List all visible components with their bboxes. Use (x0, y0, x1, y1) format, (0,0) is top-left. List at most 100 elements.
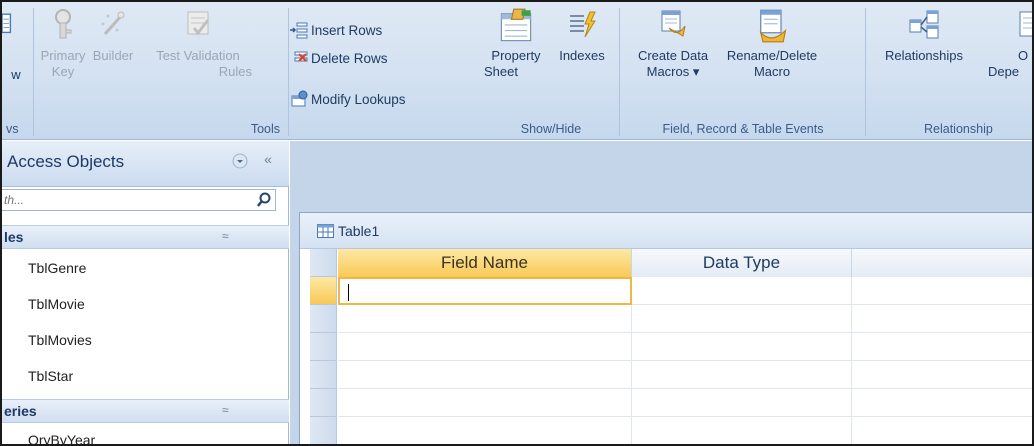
description-cell[interactable] (852, 305, 1032, 333)
builder-icon (101, 11, 125, 35)
object-dependencies-icon (1019, 11, 1032, 37)
indexes-label: Indexes (559, 48, 605, 63)
data-type-cell[interactable] (632, 389, 852, 417)
tools-group: Primary Key Builder Test Validation Rule… (34, 2, 406, 139)
nav-item-tblstar[interactable]: TblStar (2, 358, 289, 394)
nav-item-label: TblMovie (28, 296, 85, 312)
field-name-cell[interactable] (338, 305, 632, 333)
row-selector[interactable] (310, 417, 337, 444)
rename-delete-macro-label-1: Rename/Delete (726, 48, 818, 63)
field-name-cell[interactable] (338, 333, 632, 361)
description-cell[interactable] (852, 389, 1032, 417)
grid-corner (310, 249, 337, 277)
data-type-cell[interactable] (632, 333, 852, 361)
primary-key-button[interactable]: Primary Key (40, 8, 86, 80)
row-selector[interactable] (310, 361, 337, 389)
rename-delete-macro-button[interactable]: Rename/Delete Macro (720, 8, 824, 80)
view-icon (2, 13, 12, 34)
nav-item-tblmovies[interactable]: TblMovies (2, 322, 289, 358)
nav-search-box (2, 189, 276, 211)
navigation-pane: Access Objects « les ≈ TblGenre TblMovie (2, 141, 289, 446)
show-hide-group-label: Show/Hide (520, 122, 582, 136)
row-selector[interactable] (310, 389, 337, 417)
text-caret (348, 284, 349, 301)
relationships-group: Relationships O Depe Relationship (866, 2, 1032, 139)
row-selector[interactable] (310, 333, 337, 361)
nav-search-input[interactable] (2, 190, 252, 210)
primary-key-label-1: Primary (40, 48, 86, 63)
nav-item-label: TblGenre (28, 260, 87, 276)
document-tab-table1[interactable]: Table1 (300, 213, 1032, 249)
delete-rows-icon (294, 51, 308, 62)
nav-group-title: les (4, 229, 24, 245)
builder-button[interactable]: Builder (86, 8, 140, 64)
nav-item-label: TblMovies (28, 332, 92, 348)
row-selector-active[interactable] (310, 277, 337, 305)
description-cell[interactable] (852, 417, 1032, 444)
tools-group-label: Tools (250, 122, 280, 136)
property-sheet-button[interactable]: Property Sheet (484, 8, 548, 80)
document-tab-label: Table1 (338, 223, 380, 239)
builder-label: Builder (92, 48, 134, 63)
collapse-chevron-icon[interactable]: ≈ (222, 403, 229, 417)
property-sheet-icon (500, 8, 532, 42)
data-type-cell[interactable] (632, 417, 852, 444)
nav-group-tables[interactable]: les ≈ (2, 225, 289, 249)
field-name-cell[interactable] (338, 361, 632, 389)
nav-item-tblgenre[interactable]: TblGenre (2, 250, 289, 286)
table-icon (317, 224, 334, 238)
description-cell[interactable] (852, 333, 1032, 361)
relationships-label: Relationships (884, 48, 964, 63)
delete-rows-label: Delete Rows (311, 50, 388, 66)
collapse-chevron-icon[interactable]: ≈ (222, 229, 229, 243)
show-hide-group: Property Sheet Indexes Show/Hide (476, 2, 626, 139)
column-header-field-name[interactable]: Field Name (338, 249, 632, 277)
data-type-cell[interactable] (632, 361, 852, 389)
field-name-cell[interactable] (338, 417, 632, 444)
column-header-description[interactable] (852, 249, 1032, 277)
indexes-icon (570, 11, 596, 38)
group-separator (288, 8, 289, 136)
test-validation-rules-button[interactable]: Test Validation Rules (142, 8, 254, 80)
object-dependencies-label-2: Depe (988, 64, 1020, 79)
nav-item-label: TblStar (28, 368, 74, 384)
property-sheet-label-1: Property (491, 48, 541, 63)
nav-item-qrybyyear[interactable]: QryByYear (2, 424, 289, 446)
field-name-cell-active[interactable] (338, 277, 632, 305)
create-data-macros-button[interactable]: Create Data Macros ▾ (628, 8, 718, 80)
nav-collapse-button[interactable]: « (260, 151, 276, 169)
data-type-cell[interactable] (632, 305, 852, 333)
access-window: w vs Primary Key Builder Test Validation… (0, 0, 1034, 446)
view-button[interactable]: w (2, 8, 30, 83)
description-cell[interactable] (852, 277, 1032, 305)
relationships-button[interactable]: Relationships (872, 8, 976, 64)
object-dependencies-button[interactable]: O Depe (986, 8, 1032, 80)
nav-menu-dropdown-icon[interactable] (232, 153, 248, 169)
delete-rows-button[interactable]: Delete Rows (290, 47, 388, 69)
column-header-data-type[interactable]: Data Type (632, 249, 852, 277)
test-validation-icon (187, 11, 210, 36)
insert-rows-label: Insert Rows (311, 22, 383, 38)
indexes-button[interactable]: Indexes (554, 8, 610, 64)
table-events-group: Create Data Macros ▾ Rename/Delete Macro… (620, 2, 866, 139)
document-workspace: Table1 Field Name Data Type (290, 141, 1032, 444)
row-selector[interactable] (310, 305, 337, 333)
object-dependencies-label-1: O (1018, 48, 1029, 63)
view-button-label: w (11, 67, 21, 82)
description-cell[interactable] (852, 361, 1032, 389)
relationships-icon (909, 10, 939, 39)
rename-delete-macro-label-2: Macro (753, 64, 791, 79)
create-data-macros-label-2: Macros ▾ (646, 64, 700, 79)
modify-lookups-button[interactable]: Modify Lookups (290, 88, 406, 110)
field-name-cell[interactable] (338, 389, 632, 417)
nav-item-tblmovie[interactable]: TblMovie (2, 286, 289, 322)
views-group-label: vs (6, 122, 19, 136)
insert-rows-button[interactable]: Insert Rows (290, 19, 382, 41)
data-type-cell[interactable] (632, 277, 852, 305)
modify-lookups-icon (291, 90, 308, 107)
rename-delete-macro-icon (759, 9, 787, 43)
nav-item-label: QryByYear (28, 432, 96, 446)
nav-pane-header[interactable]: Access Objects « (2, 141, 289, 187)
nav-group-queries[interactable]: eries ≈ (2, 399, 289, 423)
search-icon[interactable] (255, 192, 273, 208)
